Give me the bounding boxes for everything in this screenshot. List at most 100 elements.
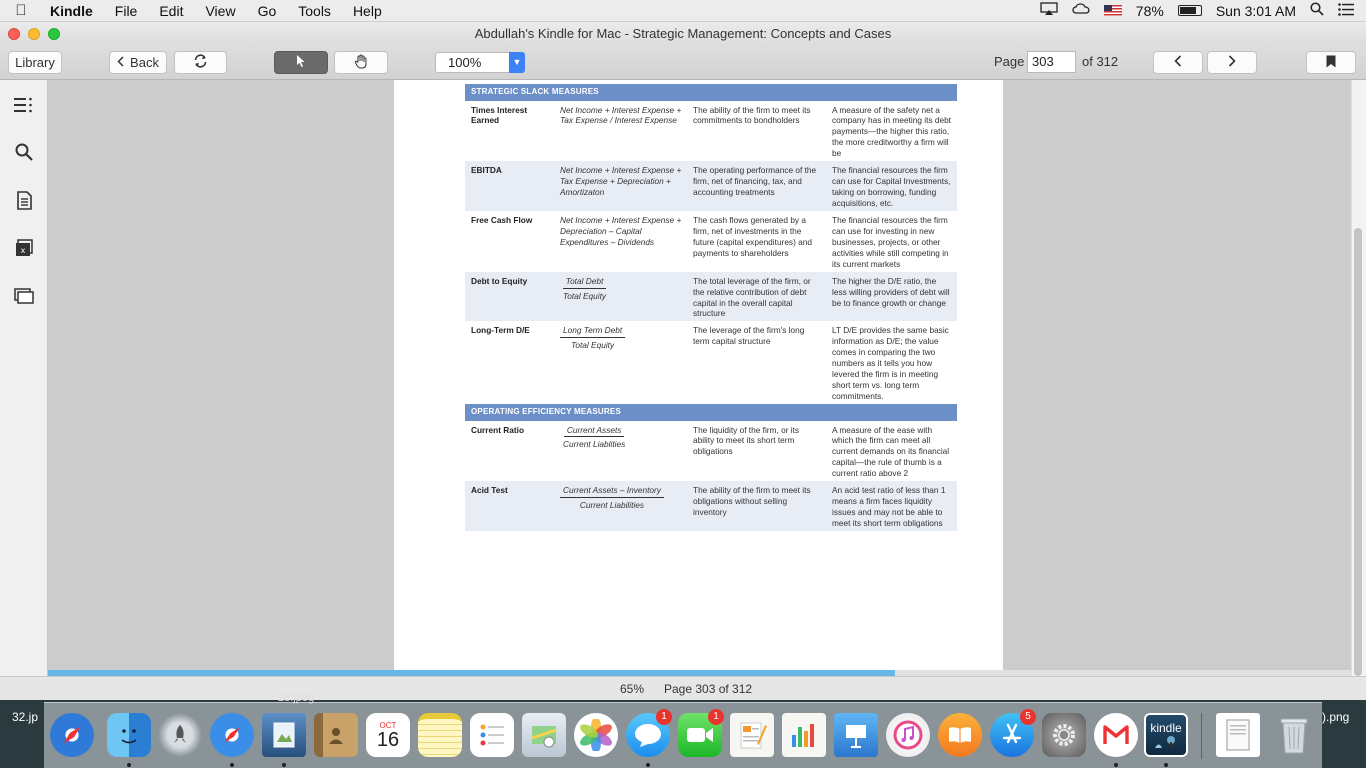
photos-icon[interactable]	[574, 713, 618, 757]
next-page-button[interactable]	[1207, 51, 1257, 74]
previous-page-button[interactable]	[1153, 51, 1203, 74]
menu-view[interactable]: View	[194, 3, 246, 19]
downloads-stack-icon[interactable]	[1216, 713, 1260, 757]
zoom-window-button[interactable]	[48, 28, 60, 40]
desktop-file-label[interactable]: ).png	[1322, 710, 1349, 724]
chevron-down-icon[interactable]: ▼	[509, 52, 525, 73]
measure-formula: Current Assets Current Liablities	[554, 421, 687, 482]
kindle-dock-label: kindle	[1150, 721, 1182, 735]
formula-denominator: Current Liabilities	[579, 500, 645, 511]
creative-cloud-icon[interactable]	[1072, 2, 1090, 19]
table-row: Debt to Equity Total Debt Total Equity Th…	[465, 271, 957, 322]
measure-name: Debt to Equity	[465, 271, 554, 322]
contacts-icon[interactable]	[314, 713, 358, 757]
measure-name: EBITDA	[465, 161, 554, 211]
formula-denominator: Total Equity	[571, 340, 615, 351]
table-row: Long-Term D/E Long Term Debt Total Equity…	[465, 321, 957, 404]
measure-meaning: LT D/E provides the same basic informati…	[832, 325, 949, 402]
pages-icon[interactable]	[730, 713, 774, 757]
preview-icon[interactable]	[262, 713, 306, 757]
launchpad-rocket-icon[interactable]	[158, 713, 202, 757]
apple-menu-icon[interactable]: 	[0, 2, 42, 19]
svg-text:x: x	[21, 246, 26, 255]
measure-formula: Net Income + Interest Expense + Deprecia…	[560, 214, 682, 247]
view-mode-icon[interactable]	[14, 286, 34, 306]
reminders-icon[interactable]	[470, 713, 514, 757]
search-icon[interactable]	[14, 142, 34, 162]
chevron-left-icon	[1174, 55, 1182, 70]
menu-edit[interactable]: Edit	[148, 3, 194, 19]
finder-icon[interactable]	[107, 713, 151, 757]
kindle-app-icon[interactable]: kindle	[1144, 713, 1188, 757]
trash-icon[interactable]	[1272, 713, 1316, 757]
zoom-select[interactable]: 100% ▼	[435, 52, 525, 73]
itunes-icon[interactable]	[886, 713, 930, 757]
measure-description: The leverage of the firm's long term cap…	[693, 325, 805, 347]
bookmark-icon	[1326, 55, 1336, 71]
safari-icon[interactable]	[210, 713, 254, 757]
back-button[interactable]: Back	[109, 51, 167, 74]
menu-help[interactable]: Help	[342, 3, 393, 19]
table-of-contents-icon[interactable]	[14, 95, 34, 115]
formula-numerator: Current Assets	[563, 425, 625, 438]
numbers-icon[interactable]	[782, 713, 826, 757]
measure-name: Long-Term D/E	[471, 325, 530, 336]
reading-area[interactable]: STRATEGIC SLACK MEASURES Times Interest …	[48, 80, 1351, 670]
measure-meaning: The financial resources the firm can use…	[826, 161, 957, 211]
measure-description: The ability of the firm to meet its obli…	[687, 481, 826, 531]
formula-denominator: Current Liablities	[563, 439, 626, 450]
running-indicator	[1164, 763, 1168, 767]
close-window-button[interactable]	[8, 28, 20, 40]
keynote-icon[interactable]	[834, 713, 878, 757]
status-page-text: Page 303 of 312	[664, 682, 753, 696]
page-number-input[interactable]: 303	[1027, 51, 1076, 73]
system-preferences-gear-icon[interactable]	[1042, 713, 1086, 757]
menu-app-kindle[interactable]: Kindle	[42, 3, 104, 19]
sync-button[interactable]	[174, 51, 227, 74]
flashcards-icon[interactable]: x	[14, 238, 34, 258]
window-titlebar: Abdullah's Kindle for Mac - Strategic Ma…	[0, 22, 1366, 46]
notes-icon[interactable]	[14, 190, 34, 210]
spotlight-search-icon[interactable]	[1310, 2, 1324, 19]
menu-go[interactable]: Go	[247, 3, 288, 19]
measure-meaning: A measure of the safety net a company ha…	[832, 104, 951, 159]
running-indicator	[646, 763, 650, 767]
ibooks-icon[interactable]	[938, 713, 982, 757]
bookmark-button[interactable]	[1306, 51, 1356, 74]
maps-icon[interactable]	[522, 713, 566, 757]
battery-icon[interactable]	[1177, 5, 1202, 16]
measure-meaning: The higher the D/E ratio, the less willi…	[826, 271, 957, 322]
measure-description: The cash flows generated by a firm, net …	[693, 214, 812, 258]
select-tool-button[interactable]	[274, 51, 328, 74]
measure-name: Free Cash Flow	[471, 214, 533, 225]
library-button[interactable]: Library	[8, 51, 62, 74]
kindle-toolbar: Library Back 100% ▼ Page 303 of 312	[0, 46, 1366, 80]
app-store-badge: 5	[1020, 709, 1036, 725]
formula-numerator: Current Assets – Inventory	[560, 485, 664, 499]
running-indicator	[127, 763, 131, 767]
section-header-strategic-slack: STRATEGIC SLACK MEASURES	[465, 84, 957, 101]
menu-clock[interactable]: Sun 3:01 AM	[1216, 3, 1296, 19]
book-page: STRATEGIC SLACK MEASURES Times Interest …	[394, 80, 1003, 670]
pan-tool-button[interactable]	[334, 51, 388, 74]
safari-compass-icon[interactable]	[50, 713, 94, 757]
menu-file[interactable]: File	[104, 3, 149, 19]
menu-bar:  Kindle File Edit View Go Tools Help 78…	[0, 0, 1366, 22]
notification-center-icon[interactable]	[1338, 2, 1354, 19]
window-title: Abdullah's Kindle for Mac - Strategic Ma…	[474, 26, 892, 41]
sync-icon	[193, 54, 208, 71]
notes-app-icon[interactable]	[418, 713, 462, 757]
menu-tools[interactable]: Tools	[287, 3, 342, 19]
minimize-window-button[interactable]	[28, 28, 40, 40]
gmail-icon[interactable]	[1094, 713, 1138, 757]
calendar-icon[interactable]: OCT 16	[366, 713, 410, 757]
table-row: Acid Test Current Assets – Inventory Curr…	[465, 481, 957, 531]
scrollbar-thumb[interactable]	[1354, 228, 1362, 676]
desktop-file-label[interactable]: 32.jp	[12, 710, 38, 724]
us-flag-input-icon[interactable]	[1103, 5, 1122, 16]
financial-measures-table: STRATEGIC SLACK MEASURES Times Interest …	[465, 84, 957, 531]
zoom-value: 100%	[448, 55, 482, 70]
page-label: Page	[994, 54, 1025, 69]
airplay-icon[interactable]	[1040, 2, 1058, 19]
running-indicator	[282, 763, 286, 767]
